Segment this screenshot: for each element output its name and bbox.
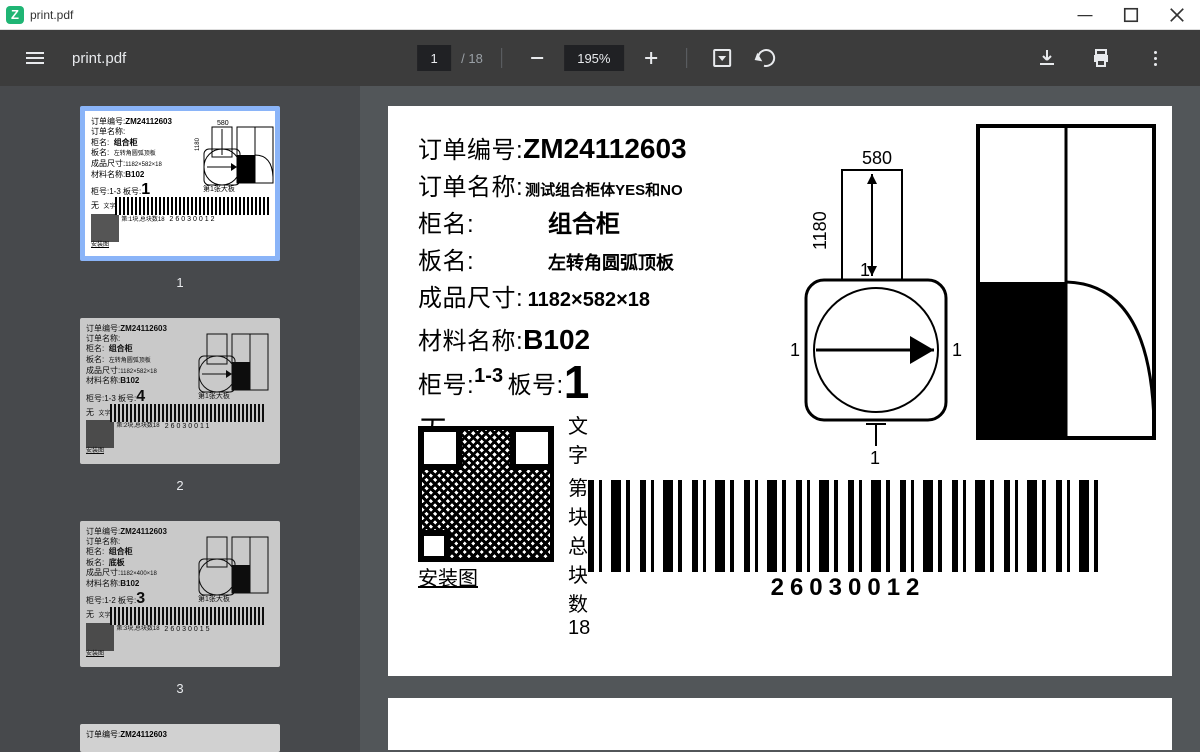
svg-text:1: 1	[952, 340, 962, 360]
svg-text:580: 580	[862, 150, 892, 168]
cabno-value: 1-3	[474, 365, 503, 388]
qr-code	[418, 426, 554, 562]
thumb-number-3: 3	[176, 681, 183, 696]
cabinet-box-drawing	[976, 124, 1156, 444]
divider	[686, 48, 687, 68]
thumbnail-1[interactable]: 订单编号:ZM24112603 订单名称: 柜名: 组合柜 板名: 左转角圆弧顶…	[80, 106, 280, 261]
thumbnail-4[interactable]: 订单编号:ZM24112603	[80, 724, 280, 752]
maximize-button[interactable]	[1108, 0, 1154, 30]
pdf-toolbar: print.pdf / 18	[0, 30, 1200, 86]
pdf-page-1: 订单编号:ZM24112603 订单名称:测试组合柜体YES和NO 柜名:组合柜…	[388, 106, 1172, 676]
kebab-icon	[1154, 51, 1157, 66]
rotate-button[interactable]	[749, 41, 783, 75]
close-button[interactable]	[1154, 0, 1200, 30]
pdf-viewer[interactable]: 订单编号:ZM24112603 订单名称:测试组合柜体YES和NO 柜名:组合柜…	[360, 86, 1200, 752]
size-label: 成品尺寸:	[418, 278, 523, 313]
page-number-input[interactable]	[417, 45, 451, 71]
thumbnail-sidebar[interactable]: 订单编号:ZM24112603 订单名称: 柜名: 组合柜 板名: 左转角圆弧顶…	[0, 86, 360, 752]
board-label: 板名:	[418, 241, 548, 276]
window-titlebar: Z print.pdf	[0, 0, 1200, 30]
cabinet-value: 组合柜	[548, 204, 620, 239]
anzhuang-label: 安装图	[418, 562, 554, 591]
menu-button[interactable]	[18, 41, 52, 75]
svg-text:1180: 1180	[195, 137, 201, 151]
fit-page-icon	[713, 49, 731, 67]
thumb-number-1: 1	[176, 275, 183, 290]
material-label: 材料名称:	[418, 321, 523, 356]
hamburger-icon	[26, 52, 44, 64]
cabinet-drawing: 580 1180 1 1 1	[782, 150, 982, 470]
thumbnail-3[interactable]: 订单编号:ZM24112603 订单名称: 柜名: 组合柜 板名: 底板 成品尺…	[80, 521, 280, 667]
order-no-label: 订单编号:	[418, 130, 523, 165]
svg-text:1180: 1180	[810, 211, 830, 250]
toolbar-filename: print.pdf	[72, 50, 126, 67]
barcode-bars	[588, 480, 1108, 572]
more-button[interactable]	[1138, 41, 1172, 75]
boardno-label: 板号:	[508, 365, 564, 400]
app-icon: Z	[6, 6, 24, 24]
board-value: 左转角圆弧顶板	[548, 249, 674, 275]
cabinet-label: 柜名:	[418, 204, 548, 239]
order-name-label: 订单名称:	[418, 167, 523, 202]
order-name-sub: 测试组合柜体YES和NO	[525, 179, 683, 200]
wenzi-text: 文字	[568, 410, 605, 468]
page-total: / 18	[461, 51, 483, 66]
order-no-value: ZM24112603	[523, 133, 686, 165]
cabno-label: 柜号:	[418, 365, 474, 400]
zoom-out-button[interactable]	[520, 41, 554, 75]
download-button[interactable]	[1030, 41, 1064, 75]
thumb-number-2: 2	[176, 478, 183, 493]
fit-page-button[interactable]	[705, 41, 739, 75]
material-value: B102	[523, 324, 590, 356]
print-button[interactable]	[1084, 41, 1118, 75]
zoom-in-button[interactable]	[634, 41, 668, 75]
svg-text:1: 1	[790, 340, 800, 360]
rotate-icon	[754, 46, 779, 71]
thumbnail-2[interactable]: 订单编号:ZM24112603 订单名称: 柜名: 组合柜 板名: 左转角圆弧顶…	[80, 318, 280, 464]
svg-text:1: 1	[860, 260, 870, 280]
zoom-input[interactable]	[564, 45, 624, 71]
size-value: 1182×582×18	[528, 289, 650, 312]
boardno-value: 1	[564, 362, 590, 403]
window-title: print.pdf	[30, 8, 73, 22]
minimize-button[interactable]	[1062, 0, 1108, 30]
barcode-number: 26030012	[588, 574, 1108, 602]
svg-text:1: 1	[870, 448, 880, 468]
dim-w-label: 580	[217, 120, 229, 127]
pdf-page-2	[388, 698, 1172, 750]
divider	[501, 48, 502, 68]
barcode-area: 26030012	[588, 480, 1108, 602]
